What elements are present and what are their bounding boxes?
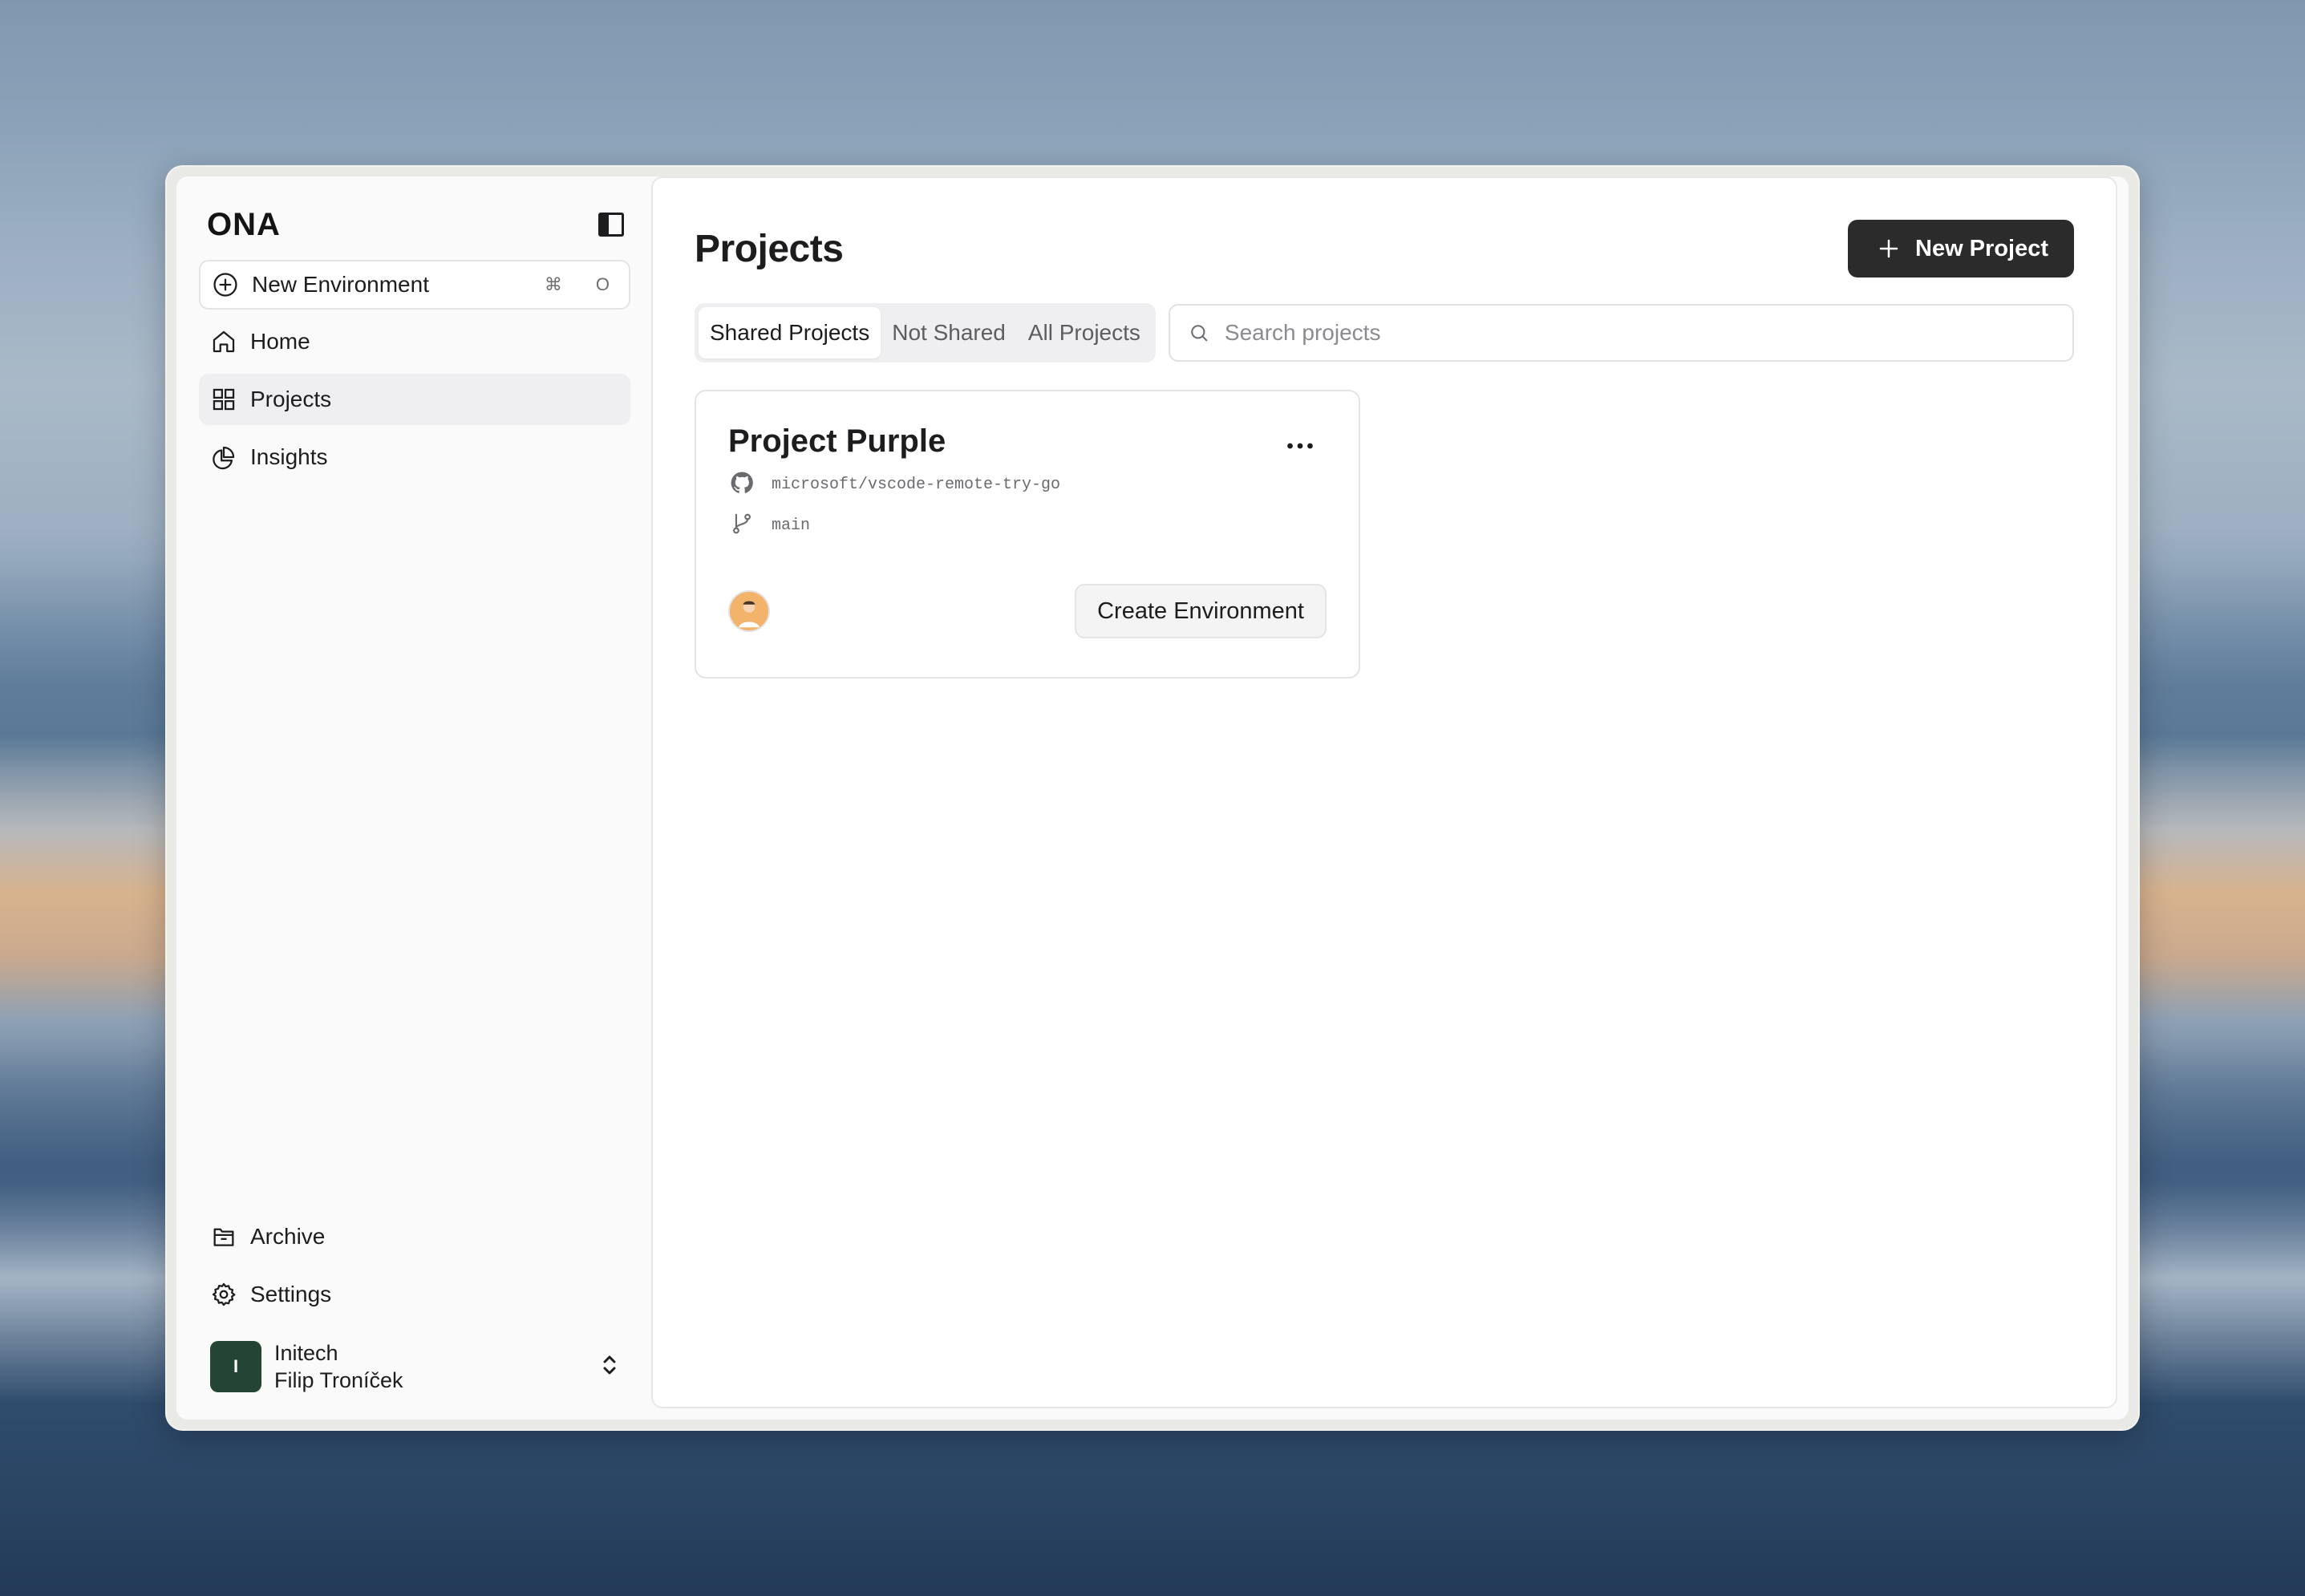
project-card-footer: Create Environment xyxy=(728,584,1327,638)
plus-circle-icon xyxy=(212,271,239,298)
chevron-up-down-icon xyxy=(600,1352,619,1382)
sidebar-item-insights[interactable]: Insights xyxy=(199,431,630,483)
sidebar-toggle-icon[interactable] xyxy=(598,213,624,237)
sidebar-item-archive[interactable]: Archive xyxy=(199,1211,630,1262)
sidebar-item-label: Projects xyxy=(250,387,332,411)
tab-shared-projects[interactable]: Shared Projects xyxy=(699,307,881,358)
project-branch-row: main xyxy=(728,510,1327,541)
gear-icon xyxy=(210,1281,237,1308)
sidebar-item-label: Archive xyxy=(250,1224,326,1249)
project-repo-row: microsoft/vscode-remote-try-go xyxy=(728,469,1327,500)
shortcut-command-symbol: ⌘ xyxy=(544,274,562,295)
project-branch: main xyxy=(772,516,811,535)
sidebar-item-settings[interactable]: Settings xyxy=(199,1269,630,1320)
sidebar-item-label: Home xyxy=(250,329,310,354)
pie-chart-icon xyxy=(210,444,237,471)
shortcut-key: O xyxy=(595,274,610,294)
sidebar-header: ONA xyxy=(199,201,630,249)
search-icon xyxy=(1191,325,1208,342)
grid-icon xyxy=(210,386,237,413)
git-branch-icon xyxy=(728,510,756,541)
filter-bar: Shared Projects Not Shared All Projects xyxy=(695,303,2074,363)
account-info: Initech Filip Troníček xyxy=(274,1339,587,1394)
project-filter-tabs: Shared Projects Not Shared All Projects xyxy=(695,303,1156,363)
new-project-button[interactable]: New Project xyxy=(1848,220,2074,277)
owner-avatar xyxy=(728,590,770,632)
app-window-content: ONA New Environment ⌘ O Home Projects In… xyxy=(176,176,2129,1420)
user-name: Filip Troníček xyxy=(274,1368,403,1392)
main-panel: Projects New Project Shared Projects Not… xyxy=(651,176,2117,1408)
project-repo: microsoft/vscode-remote-try-go xyxy=(772,476,1061,494)
project-card[interactable]: Project Purple microsoft/vscode-remote-t… xyxy=(695,390,1360,679)
sidebar-item-home[interactable]: Home xyxy=(199,316,630,367)
plus-icon xyxy=(1879,239,1898,258)
new-environment-label: New Environment xyxy=(252,272,429,297)
org-avatar: I xyxy=(210,1341,261,1392)
project-card-header: Project Purple xyxy=(728,423,1327,460)
sidebar-item-projects[interactable]: Projects xyxy=(199,374,630,425)
app-window: ONA New Environment ⌘ O Home Projects In… xyxy=(165,165,2140,1431)
page-header: Projects New Project xyxy=(695,220,2074,277)
sidebar-item-label: Settings xyxy=(250,1282,332,1306)
new-environment-button[interactable]: New Environment ⌘ O xyxy=(199,260,630,310)
search-input[interactable] xyxy=(1224,320,2055,346)
logo: ONA xyxy=(207,206,281,242)
main-area: Projects New Project Shared Projects Not… xyxy=(651,176,2129,1420)
tab-all-projects[interactable]: All Projects xyxy=(1017,307,1152,358)
account-switcher[interactable]: I Initech Filip Troníček xyxy=(199,1335,630,1399)
project-name: Project Purple xyxy=(728,423,946,459)
github-icon xyxy=(728,469,756,500)
create-environment-button[interactable]: Create Environment xyxy=(1075,584,1327,638)
page-title: Projects xyxy=(695,227,844,270)
org-name: Initech xyxy=(274,1341,338,1365)
search-box[interactable] xyxy=(1168,304,2074,362)
archive-icon xyxy=(210,1223,237,1250)
home-icon xyxy=(210,328,237,355)
more-options-icon[interactable] xyxy=(1286,428,1327,455)
new-project-label: New Project xyxy=(1915,235,2048,261)
sidebar: ONA New Environment ⌘ O Home Projects In… xyxy=(176,176,651,1420)
tab-not-shared[interactable]: Not Shared xyxy=(881,307,1017,358)
sidebar-item-label: Insights xyxy=(250,444,328,469)
